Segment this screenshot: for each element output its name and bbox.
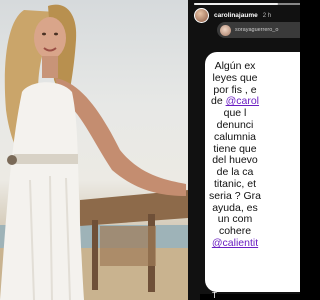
message-mention-line[interactable]: @calientit — [188, 237, 300, 250]
story-photo — [0, 0, 188, 300]
mention-link[interactable]: @carol — [226, 95, 259, 107]
story-timestamp: 2 h — [262, 12, 272, 19]
story-header: carolinajaume 2 h — [194, 8, 271, 23]
comment-pill[interactable]: sorayaguerrero_o — [217, 22, 300, 38]
profile-avatar[interactable] — [194, 8, 209, 23]
comment-avatar — [220, 24, 231, 36]
story-progress-fill — [194, 3, 278, 5]
woman-photo-illustration — [0, 4, 188, 300]
message-line: leyes que — [212, 71, 258, 84]
story-username[interactable]: carolinajaume — [214, 12, 258, 19]
message-line-text: de — [210, 95, 226, 108]
story-progress-bar — [194, 3, 300, 5]
bottom-text: T — [212, 291, 217, 300]
story-panel: carolinajaume 2 h sorayaguerrero_o Algún… — [188, 0, 300, 300]
screen: carolinajaume 2 h sorayaguerrero_o Algún… — [0, 0, 300, 300]
mention-link[interactable]: @calientit — [212, 237, 258, 249]
comment-username[interactable]: sorayaguerrero_o — [235, 27, 278, 33]
message-line: seria ? Gra — [209, 189, 261, 202]
message-line: calumnia — [213, 130, 257, 143]
